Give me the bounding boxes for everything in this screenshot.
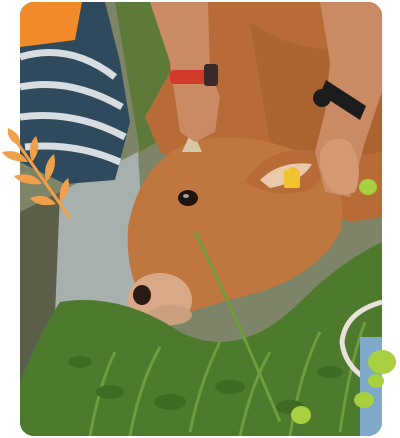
decorative-dots	[354, 179, 396, 408]
photo-illustration	[20, 2, 382, 436]
green-dot	[291, 406, 311, 424]
leaf-sprig-icon	[2, 128, 72, 219]
photo-card	[20, 2, 382, 436]
